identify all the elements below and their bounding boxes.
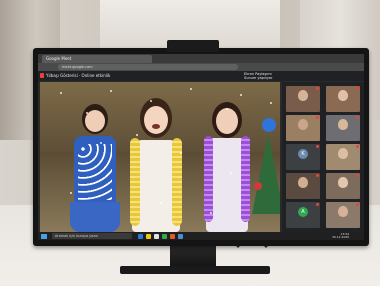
sparkle [100, 142, 102, 144]
participant-avatar: A [298, 207, 308, 217]
chrome-icon[interactable] [162, 233, 167, 239]
participant-tile[interactable] [326, 202, 360, 228]
participant-avatar: K [298, 149, 308, 159]
participant-tile[interactable] [286, 115, 320, 141]
christmas-tree [252, 134, 280, 214]
participant-face [338, 206, 348, 217]
participant-tile[interactable] [326, 86, 360, 112]
clock-date: 30.12.2020 [332, 235, 350, 240]
mic-off-icon [356, 174, 359, 177]
app-icon[interactable] [170, 233, 175, 239]
store-icon[interactable] [154, 233, 159, 239]
mic-off-icon [356, 116, 359, 119]
cable [230, 240, 274, 284]
sparkle [160, 202, 162, 204]
taskbar-search[interactable]: Aramak için buraya yazın [52, 233, 132, 239]
sparkle [70, 192, 72, 194]
mic-off-icon [316, 116, 319, 119]
webcam [167, 40, 219, 52]
participants-grid: KA [282, 82, 364, 232]
meet-logo-icon [40, 73, 44, 78]
blue-ornament [262, 118, 276, 132]
girl-right [200, 102, 254, 232]
presenter-line2: Sunum yapılıyor [244, 76, 273, 80]
mail-icon[interactable] [178, 233, 183, 239]
mic-off-icon [356, 145, 359, 148]
mic-off-icon [316, 174, 319, 177]
mic-off-icon [356, 203, 359, 206]
address-bar[interactable]: meet.google.com [58, 64, 238, 70]
browser-tab[interactable]: Google Meet [42, 55, 152, 63]
sparkle [86, 112, 88, 114]
participant-face [338, 177, 348, 188]
sparkle [210, 212, 212, 214]
participant-face [338, 90, 348, 101]
edge-icon[interactable] [138, 233, 143, 239]
sparkle [230, 172, 232, 174]
sparkle [150, 100, 152, 102]
participant-tile[interactable] [326, 173, 360, 199]
participant-tile[interactable] [286, 173, 320, 199]
sparkle [270, 102, 272, 104]
folder-icon[interactable] [146, 233, 151, 239]
mic-off-icon [316, 203, 319, 206]
gold-tinsel-left [130, 138, 140, 226]
windows-start-icon[interactable] [41, 233, 47, 239]
monitor-screen: Google Meet meet.google.com Yılbaşı Göst… [38, 54, 364, 240]
monitor-base [120, 266, 270, 274]
sparkle [180, 152, 182, 154]
participant-tile[interactable] [326, 144, 360, 170]
purple-tinsel-left [204, 136, 213, 222]
participant-tile[interactable] [326, 115, 360, 141]
mic-off-icon [316, 145, 319, 148]
presenter-info: Ekran Paylaşımı Sunum yapılıyor [244, 72, 272, 80]
participant-face [338, 148, 348, 159]
girl-center [124, 98, 188, 232]
purple-tinsel-right [241, 136, 250, 222]
meeting-title: Yılbaşı Gösterisi · Online etkinlik [46, 73, 111, 78]
participant-tile[interactable] [286, 86, 320, 112]
sparkle [60, 92, 62, 94]
participant-face [298, 90, 308, 101]
participant-face [298, 119, 308, 130]
sparkle [136, 134, 138, 136]
sparkle [240, 94, 242, 96]
mic-off-icon [356, 87, 359, 90]
sparkle [190, 88, 192, 90]
taskbar-clock: 13:54 30.12.2020 [332, 232, 350, 240]
girl-left [70, 104, 120, 232]
participant-face [338, 119, 348, 130]
participant-face [298, 177, 308, 188]
sparkle [110, 90, 112, 92]
participant-tile[interactable]: K [286, 144, 320, 170]
main-video[interactable] [40, 82, 280, 232]
red-ornament [254, 182, 262, 190]
sparkle [226, 108, 228, 110]
participant-tile[interactable]: A [286, 202, 320, 228]
mic-off-icon [316, 87, 319, 90]
